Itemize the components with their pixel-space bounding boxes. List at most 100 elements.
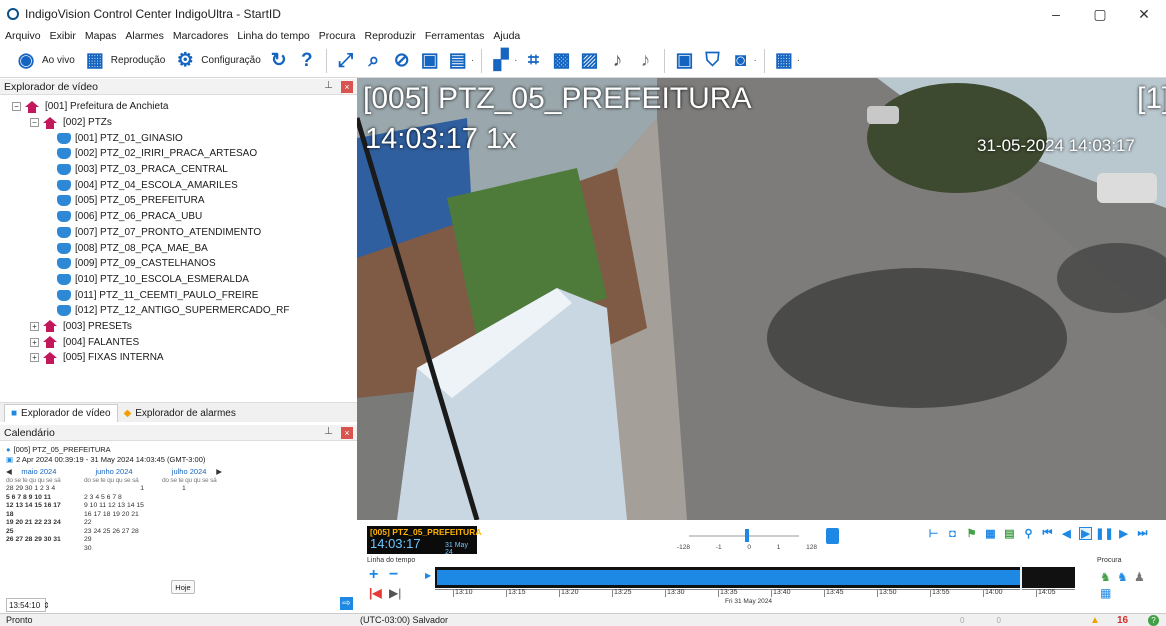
menu-linha-do-tempo[interactable]: Linha do tempo — [237, 30, 309, 42]
week-row[interactable]: 23 24 25 26 27 28 29 — [84, 528, 144, 545]
menu-alarmes[interactable]: Alarmes — [125, 30, 164, 42]
tree-root[interactable]: − [001] Prefeitura de Anchieta — [0, 99, 357, 115]
week-row[interactable]: 12 13 14 15 16 17 18 — [6, 502, 66, 519]
tree-group-fixas[interactable]: + [005] FIXAS INTERNA — [0, 350, 357, 366]
tree-camera[interactable]: [010] PTZ_10_ESCOLA_ESMERALDA — [0, 272, 357, 288]
crop-icon[interactable]: ⌗ — [521, 49, 545, 73]
menu-mapas[interactable]: Mapas — [85, 30, 117, 42]
tree-camera[interactable]: [007] PTZ_07_PRONTO_ATENDIMENTO — [0, 225, 357, 241]
tree-camera[interactable]: [002] PTZ_02_IRIRI_PRACA_ARTESAO — [0, 146, 357, 162]
bell-mute-icon[interactable]: ♪ — [633, 49, 657, 73]
video-view[interactable]: [005] PTZ_05_PREFEITURA 14:03:17 1x 31-0… — [357, 78, 1166, 520]
tab-video-explorer[interactable]: ■ Explorador de vídeo — [4, 404, 118, 422]
go-to-time-button[interactable]: ⇨ — [340, 597, 353, 610]
mark-range-icon[interactable]: ⊢ — [927, 527, 940, 540]
pin-icon[interactable]: ⊥ — [324, 80, 333, 91]
time-field[interactable]: 13:54:10 ⇕ — [6, 598, 50, 612]
live-button[interactable]: ◉ Ao vivo — [12, 49, 77, 73]
tree-group-falantes[interactable]: + [004] FALANTES — [0, 334, 357, 350]
close-panel-icon[interactable]: × — [341, 81, 353, 93]
month-may[interactable]: ◀ maio 2024 do se te qu qu se sá 28 29 30… — [6, 467, 66, 553]
menu-marcadores[interactable]: Marcadores — [173, 30, 228, 42]
next-month-icon[interactable]: ▶ — [216, 467, 222, 477]
tree-group-presets[interactable]: + [003] PRESETs — [0, 319, 357, 335]
timeline-cursor[interactable] — [1020, 565, 1022, 590]
month-july[interactable]: julho 2024 ▶ do se te qu qu se sá 1 — [162, 467, 222, 553]
dropdown-dot-icon[interactable]: · — [471, 55, 474, 66]
tree-group-ptz[interactable]: − [002] PTZs — [0, 115, 357, 131]
tree-camera[interactable]: [001] PTZ_01_GINASIO — [0, 130, 357, 146]
week-row[interactable]: 26 27 28 29 30 31 — [6, 536, 66, 545]
bell-icon[interactable]: ♪ — [605, 49, 629, 73]
menu-reproduzir[interactable]: Reproduzir — [365, 30, 416, 42]
week-row[interactable]: 19 20 21 22 23 24 25 — [6, 519, 66, 536]
week-row[interactable]: 30 — [84, 545, 144, 554]
week-row[interactable]: 2 3 4 5 6 7 8 — [84, 494, 144, 503]
prev-month-icon[interactable]: ◀ — [6, 467, 12, 477]
step-forward-icon[interactable]: ▶ — [1117, 527, 1130, 540]
pin-icon[interactable]: ⊥ — [324, 426, 333, 437]
save-check-icon[interactable]: ▣ — [672, 49, 696, 73]
grid-icon[interactable]: ▩ — [549, 49, 573, 73]
search-motion-icon[interactable]: ♞ — [1100, 570, 1111, 584]
alarm-count[interactable]: 16 — [1117, 615, 1128, 626]
video-wall-icon[interactable]: ▦ — [772, 49, 796, 73]
week-row[interactable]: 9 10 11 12 13 14 15 — [84, 502, 144, 511]
week-row[interactable]: 5 6 7 8 9 10 11 — [6, 494, 66, 503]
config-button[interactable]: ⚙ Configuração — [171, 49, 262, 73]
search-icon[interactable]: ⌕ — [362, 49, 386, 73]
help-icon[interactable]: ? — [295, 49, 319, 73]
spinner-icon[interactable]: ⇕ — [43, 601, 50, 610]
zoom-in-icon[interactable]: + — [369, 566, 378, 584]
grid-close-icon[interactable]: ▨ — [577, 49, 601, 73]
today-button[interactable]: Hoje — [171, 580, 195, 594]
tree-camera[interactable]: [012] PTZ_12_ANTIGO_SUPERMERCADO_RF — [0, 303, 357, 319]
link-icon[interactable]: ⚲ — [1022, 527, 1035, 540]
search-people-icon[interactable]: ♟ — [1134, 570, 1145, 584]
tree-camera[interactable]: [009] PTZ_09_CASTELHANOS — [0, 256, 357, 272]
mark-end-icon[interactable]: ▶| — [389, 586, 401, 600]
tree-camera[interactable]: [003] PTZ_03_PRACA_CENTRAL — [0, 162, 357, 178]
snapshot-icon[interactable]: ◘ — [946, 527, 959, 540]
bookmark-icon[interactable]: ⚑ — [965, 527, 978, 540]
speed-slider[interactable]: -128 -1 0 1 128 — [677, 526, 827, 556]
menu-arquivo[interactable]: Arquivo — [5, 30, 41, 42]
timeline-left-arrow-icon[interactable]: ▶ — [425, 571, 431, 580]
expand-icon[interactable]: + — [30, 353, 39, 363]
menu-procura[interactable]: Procura — [319, 30, 356, 42]
search-tools-icon[interactable]: ♞ — [1117, 570, 1128, 584]
playback-button[interactable]: ▦ Reprodução — [81, 49, 167, 73]
disable-icon[interactable]: ⊘ — [390, 49, 414, 73]
fast-forward-icon[interactable]: ⏭ — [1136, 527, 1149, 540]
collapse-icon[interactable]: − — [30, 118, 39, 128]
mark-start-icon[interactable]: |◀ — [369, 586, 382, 600]
maximize-button[interactable]: ▢ — [1078, 0, 1122, 28]
export-icon[interactable]: ▤ — [446, 49, 470, 73]
expand-icon[interactable]: + — [30, 337, 39, 347]
rewind-start-icon[interactable]: ⏮ — [1041, 527, 1054, 540]
camera-snapshot-icon[interactable]: ◙ — [728, 49, 752, 73]
pause-icon[interactable]: ❚❚ — [1095, 527, 1113, 540]
tree-camera[interactable]: [004] PTZ_04_ESCOLA_AMARILES — [0, 177, 357, 193]
menu-ajuda[interactable]: Ajuda — [493, 30, 520, 42]
week-row[interactable]: 1 — [84, 485, 144, 494]
lock-icon[interactable] — [826, 528, 839, 544]
week-row[interactable]: 1 — [162, 485, 222, 494]
close-panel-icon[interactable]: × — [341, 427, 353, 439]
collapse-icon[interactable]: − — [12, 102, 21, 112]
menu-ferramentas[interactable]: Ferramentas — [425, 30, 485, 42]
bookmark-list-icon[interactable]: ▤ — [1003, 527, 1016, 540]
tree-camera[interactable]: [008] PTZ_08_PÇA_MAE_BA — [0, 240, 357, 256]
help-icon[interactable]: ? — [1148, 614, 1159, 626]
week-row[interactable]: 28 29 30 1 2 3 4 — [6, 485, 66, 494]
layout-icon[interactable]: ▞ — [489, 49, 513, 73]
fullscreen-icon[interactable]: ⤢ — [334, 49, 358, 73]
dropdown-dot-icon[interactable]: · — [514, 55, 517, 66]
warning-icon[interactable]: ▲ — [1090, 615, 1100, 626]
shield-icon[interactable]: ⛉ — [700, 49, 724, 73]
add-bookmark-icon[interactable]: ▦ — [984, 527, 997, 540]
search-calendar-icon[interactable]: ▦ — [1100, 586, 1111, 600]
zoom-out-icon[interactable]: − — [389, 566, 398, 584]
dropdown-dot-icon[interactable]: · — [797, 55, 800, 66]
refresh-icon[interactable]: ↻ — [267, 49, 291, 73]
